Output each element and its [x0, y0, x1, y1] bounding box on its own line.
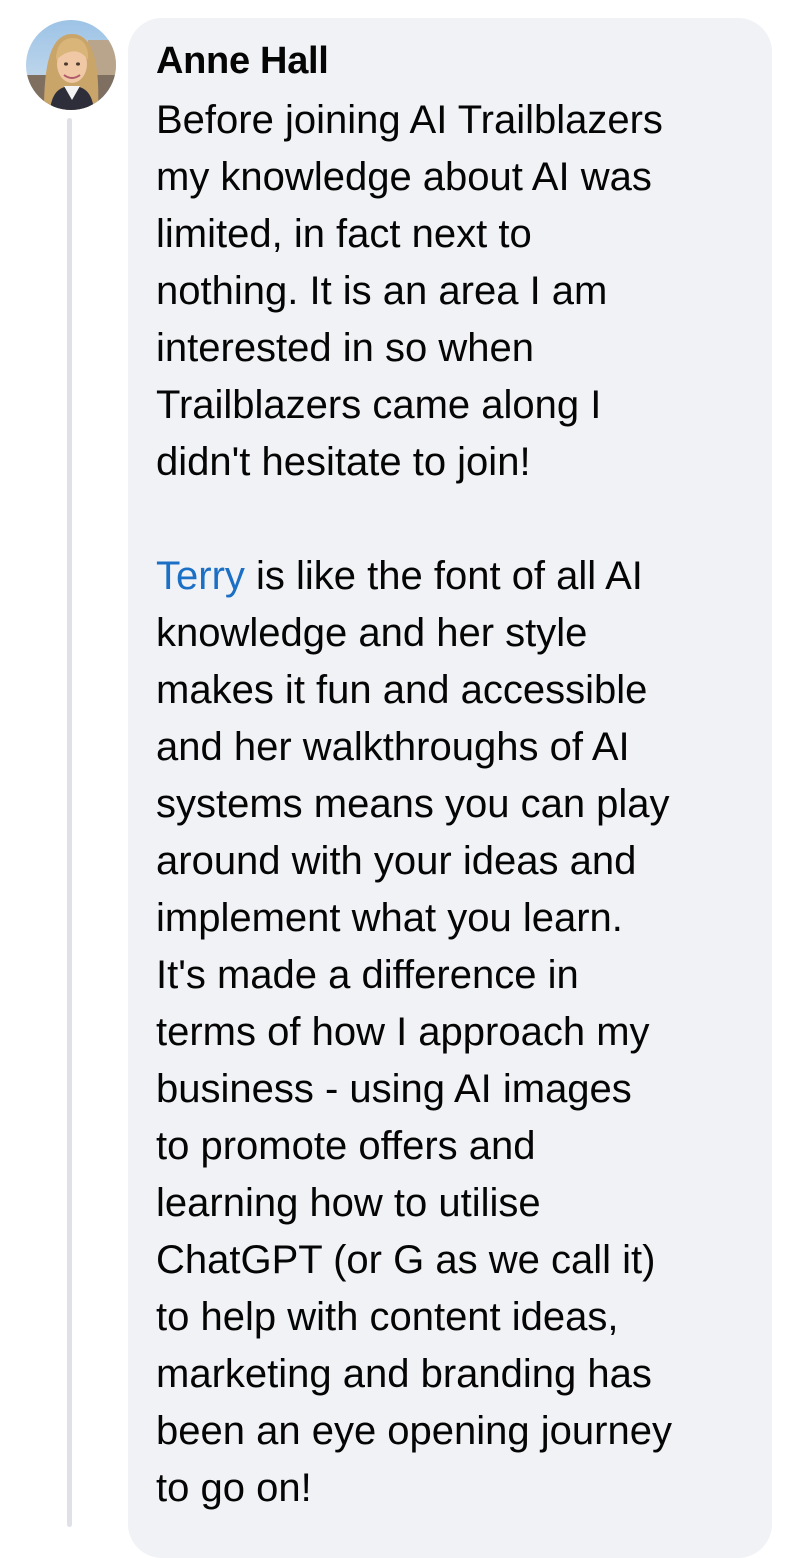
comment-line: business - using AI images [156, 1067, 632, 1111]
comment-line: Before joining AI Trailblazers [156, 98, 663, 142]
comment-line: implement what you learn. [156, 896, 623, 940]
comment-author[interactable]: Anne Hall [156, 38, 329, 84]
mention-link[interactable]: Terry [156, 554, 245, 598]
avatar-photo [26, 20, 116, 110]
comment-line: marketing and branding has [156, 1352, 652, 1396]
comment-line: makes it fun and accessible [156, 668, 648, 712]
comment-line: limited, in fact next to [156, 212, 532, 256]
comment-line-text: is like the font of all AI [244, 554, 643, 598]
comment-line: to help with content ideas, [156, 1295, 619, 1339]
comment-line: ChatGPT (or G as we call it) [156, 1238, 656, 1282]
comment-line: to promote offers and [156, 1124, 536, 1168]
comment-line: systems means you can play [156, 782, 670, 826]
comment-line: interested in so when [156, 326, 535, 370]
comment-line: Terry is like the font of all AI [156, 548, 756, 605]
comment-line: and her walkthroughs of AI [156, 725, 630, 769]
comment-line: been an eye opening journey [156, 1409, 672, 1453]
comment-line: Trailblazers came along I [156, 383, 602, 427]
comment-line: knowledge and her style [156, 611, 588, 655]
avatar[interactable] [26, 20, 116, 110]
comment-body: Before joining AI Trailblazers my knowle… [156, 92, 756, 1517]
comment-line: nothing. It is an area I am [156, 269, 608, 313]
comment-line: to go on! [156, 1466, 312, 1510]
comment-line: terms of how I approach my [156, 1010, 650, 1054]
comment-line: around with your ideas and [156, 839, 637, 883]
comment-line: my knowledge about AI was [156, 155, 652, 199]
thread-line [67, 118, 72, 1527]
comment-line: learning how to utilise [156, 1181, 541, 1225]
comment-line: didn't hesitate to join! [156, 440, 531, 484]
comment-line: It's made a difference in [156, 953, 579, 997]
